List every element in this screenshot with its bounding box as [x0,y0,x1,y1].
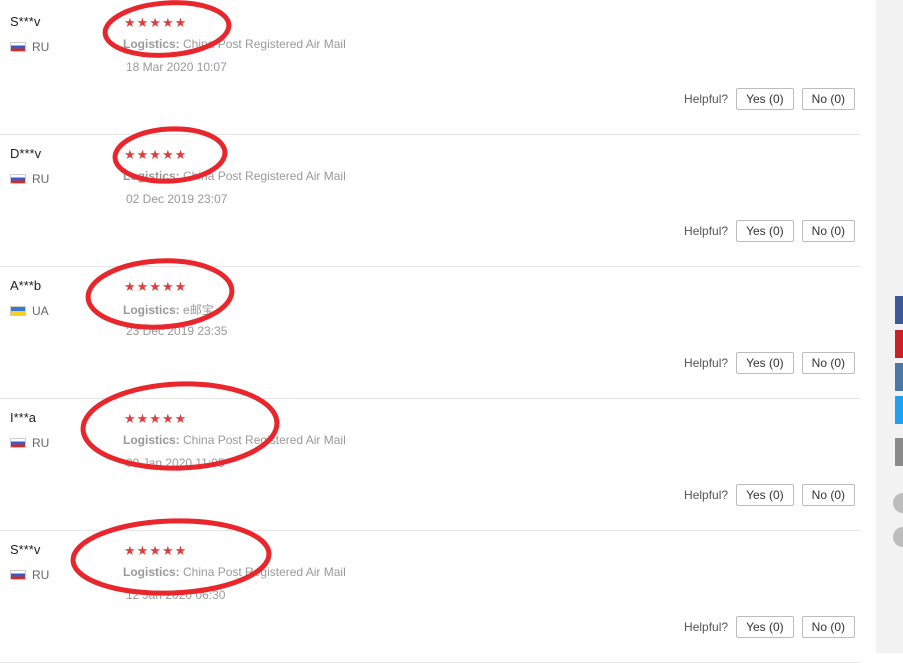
twitter-icon[interactable] [895,396,903,424]
review-item: S***v RU ★★★★★ Logistics: China Post Reg… [0,530,860,663]
reviewer-name: S***v [10,14,41,29]
circle-button-icon[interactable] [893,527,903,547]
helpful-label: Helpful? [684,356,729,370]
logistics-info: Logistics: China Post Registered Air Mai… [123,565,346,579]
circle-button-icon[interactable] [893,493,903,513]
reviewer-country: UA [10,304,49,318]
reviewer-country: RU [10,40,49,54]
flag-ru-icon [10,174,26,184]
vk-icon[interactable] [895,363,903,391]
country-code: RU [32,568,50,582]
star-rating: ★★★★★ [124,279,188,294]
pinterest-icon[interactable] [895,330,903,358]
logistics-info: Logistics: China Post Registered Air Mai… [123,37,346,51]
helpful-section: Helpful? Yes (0) No (0) [684,484,855,506]
helpful-no-button[interactable]: No (0) [801,484,855,506]
logistics-label: Logistics: [123,565,180,579]
star-rating: ★★★★★ [124,543,188,558]
logistics-value: e邮宝 [183,303,214,317]
country-code: UA [32,304,49,318]
helpful-yes-button[interactable]: Yes (0) [736,616,794,638]
logistics-label: Logistics: [123,169,180,183]
logistics-value: China Post Registered Air Mail [183,433,346,447]
logistics-label: Logistics: [123,303,180,317]
logistics-value: China Post Registered Air Mail [183,169,346,183]
helpful-label: Helpful? [684,620,729,634]
country-code: RU [32,436,50,450]
logistics-value: China Post Registered Air Mail [183,565,346,579]
review-date: 23 Dec 2019 23:35 [126,324,228,338]
more-share-icon[interactable] [895,438,903,466]
facebook-icon[interactable] [895,296,903,324]
review-item: I***a RU ★★★★★ Logistics: China Post Reg… [0,398,860,531]
helpful-no-button[interactable]: No (0) [801,616,855,638]
logistics-info: Logistics: e邮宝 [123,301,214,318]
reviewer-name: I***a [10,410,37,425]
review-date: 02 Dec 2019 23:07 [126,192,228,206]
logistics-info: Logistics: China Post Registered Air Mai… [123,433,346,447]
helpful-no-button[interactable]: No (0) [801,88,855,110]
reviewer-country: RU [10,172,49,186]
reviewer-name: S***v [10,542,41,557]
logistics-label: Logistics: [123,433,180,447]
helpful-section: Helpful? Yes (0) No (0) [684,616,855,638]
helpful-yes-button[interactable]: Yes (0) [736,352,794,374]
flag-ru-icon [10,438,26,448]
logistics-info: Logistics: China Post Registered Air Mai… [123,169,346,183]
review-date: 12 Jan 2020 06:30 [126,588,226,602]
flag-ru-icon [10,42,26,52]
flag-ua-icon [10,306,26,316]
reviewer-name: A***b [10,278,42,293]
reviewer-name: D***v [10,146,42,161]
helpful-label: Helpful? [684,224,729,238]
flag-ru-icon [10,570,26,580]
helpful-section: Helpful? Yes (0) No (0) [684,220,855,242]
helpful-section: Helpful? Yes (0) No (0) [684,352,855,374]
helpful-section: Helpful? Yes (0) No (0) [684,88,855,110]
helpful-no-button[interactable]: No (0) [801,220,855,242]
country-code: RU [32,40,50,54]
reviewer-country: RU [10,568,49,582]
logistics-label: Logistics: [123,37,180,51]
helpful-no-button[interactable]: No (0) [801,352,855,374]
helpful-yes-button[interactable]: Yes (0) [736,88,794,110]
logistics-value: China Post Registered Air Mail [183,37,346,51]
review-date: 18 Mar 2020 10:07 [126,60,227,74]
helpful-label: Helpful? [684,488,729,502]
star-rating: ★★★★★ [124,147,188,162]
helpful-yes-button[interactable]: Yes (0) [736,484,794,506]
side-share-strip [876,0,903,653]
review-item: A***b UA ★★★★★ Logistics: e邮宝 23 Dec 201… [0,266,860,399]
review-item: S***v RU ★★★★★ Logistics: China Post Reg… [0,2,860,135]
review-item: D***v RU ★★★★★ Logistics: China Post Reg… [0,134,860,267]
country-code: RU [32,172,50,186]
helpful-yes-button[interactable]: Yes (0) [736,220,794,242]
star-rating: ★★★★★ [124,15,188,30]
review-date: 09 Jan 2020 11:05 [126,456,225,470]
reviewer-country: RU [10,436,49,450]
helpful-label: Helpful? [684,92,729,106]
star-rating: ★★★★★ [124,411,188,426]
